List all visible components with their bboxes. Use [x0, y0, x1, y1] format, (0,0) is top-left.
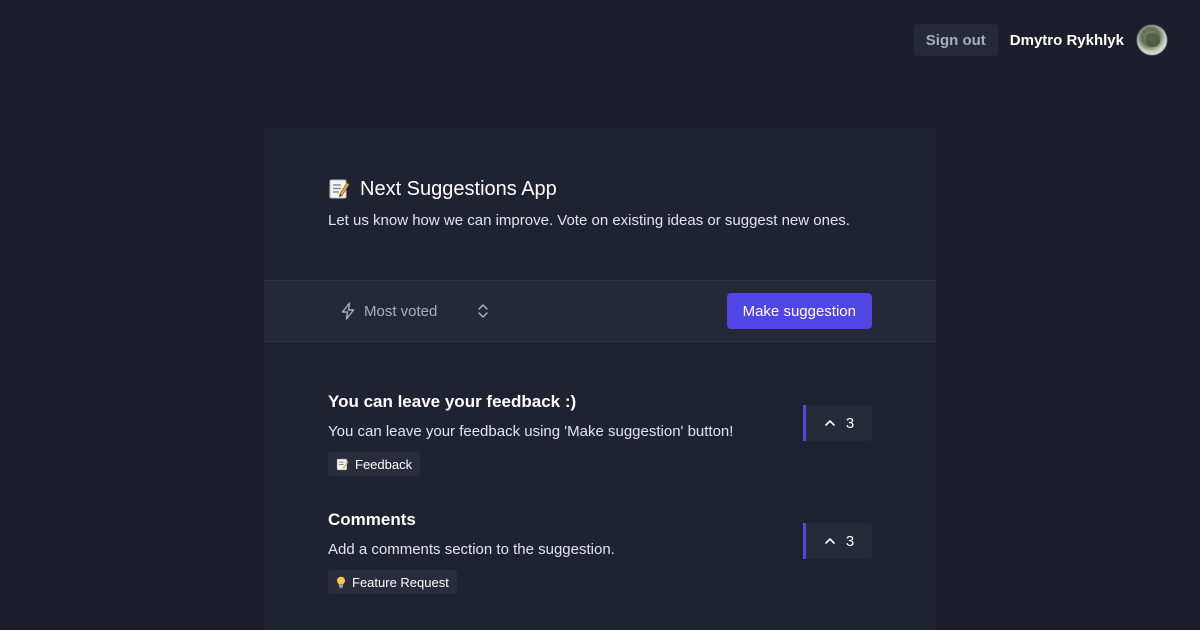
category-tag[interactable]: Feedback [328, 452, 421, 476]
memo-icon [336, 458, 349, 471]
suggestions-list: You can leave your feedback :) You can l… [264, 342, 936, 628]
toolbar: Most voted Make suggestion [264, 280, 936, 342]
page-title: Next Suggestions App [328, 177, 872, 201]
app-description: Let us know how we can improve. Vote on … [328, 212, 850, 229]
user-avatar[interactable] [1136, 24, 1168, 56]
bolt-icon [340, 302, 356, 320]
suggestion-description: You can leave your feedback using 'Make … [328, 423, 734, 440]
tag-label: Feature Request [352, 574, 449, 590]
suggestion-item: Comments Add a comments section to the s… [328, 510, 872, 628]
top-bar: Sign out Dmytro Rykhlyk [913, 24, 1168, 56]
suggestion-description: Add a comments section to the suggestion… [328, 541, 615, 558]
memo-icon [328, 178, 350, 200]
suggestion-item: You can leave your feedback :) You can l… [328, 392, 872, 510]
vote-count: 3 [845, 532, 855, 550]
panel-header: Next Suggestions App Let us know how we … [264, 128, 936, 280]
chevron-up-icon [824, 418, 836, 428]
user-name: Dmytro Rykhlyk [1009, 31, 1124, 49]
make-suggestion-button[interactable]: Make suggestion [726, 293, 872, 329]
upvote-button[interactable]: 3 [803, 523, 872, 559]
chevron-up-down-icon [476, 302, 490, 320]
tag-label: Feedback [355, 456, 413, 472]
chevron-up-icon [824, 536, 836, 546]
sign-out-button[interactable]: Sign out [913, 24, 998, 56]
suggestion-title: Comments [328, 510, 416, 529]
sort-select[interactable]: Most voted [340, 302, 490, 320]
suggestions-panel: Next Suggestions App Let us know how we … [264, 128, 936, 630]
vote-count: 3 [845, 414, 855, 432]
sort-label: Most voted [364, 302, 438, 320]
app-title-text: Next Suggestions App [360, 178, 557, 200]
category-tag[interactable]: Feature Request [328, 570, 457, 594]
suggestion-title: You can leave your feedback :) [328, 392, 577, 411]
lightbulb-icon [336, 576, 346, 589]
upvote-button[interactable]: 3 [803, 405, 872, 441]
